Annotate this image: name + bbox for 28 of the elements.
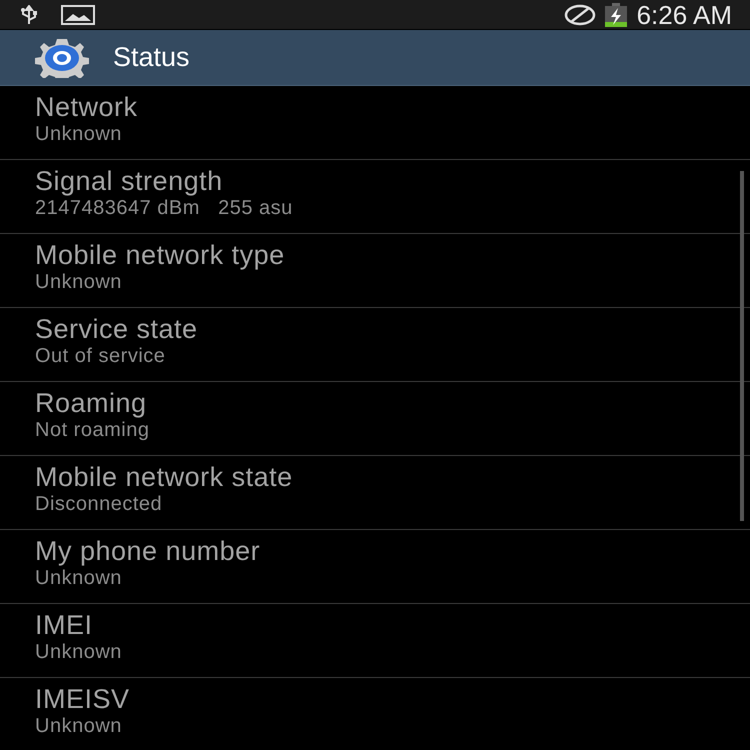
settings-row[interactable]: My phone number Unknown [0, 530, 750, 604]
row-title: Mobile network type [35, 240, 286, 270]
row-title: IMEI [35, 610, 94, 640]
row-title: My phone number [35, 536, 262, 566]
settings-row[interactable]: IMEISV Unknown [0, 678, 750, 750]
row-title: Roaming [35, 388, 148, 418]
settings-row[interactable]: IMEI Unknown [0, 604, 750, 678]
row-title: Network [35, 92, 139, 122]
screen-title: Status [113, 41, 190, 74]
row-title: IMEISV [35, 684, 131, 714]
row-value: Disconnected [35, 492, 164, 516]
row-value: Unknown [35, 640, 123, 664]
row-value: Unknown [35, 714, 123, 738]
row-value: 2147483647 dBm 255 asu [35, 196, 294, 220]
row-value: Unknown [35, 122, 123, 146]
usb-icon [18, 4, 40, 24]
blocked-icon [564, 4, 596, 26]
battery-charging-icon [604, 2, 628, 26]
clock-time: 6:26 AM [636, 2, 732, 28]
row-title: Service state [35, 314, 199, 344]
row-value: Not roaming [35, 418, 150, 442]
row-value: Out of service [35, 344, 166, 368]
image-icon [61, 4, 95, 24]
row-title: Signal strength [35, 166, 224, 196]
settings-row[interactable]: Network Unknown [0, 86, 750, 160]
row-value: Unknown [35, 566, 123, 590]
row-title: Mobile network state [35, 462, 294, 492]
row-value: Unknown [35, 270, 123, 294]
